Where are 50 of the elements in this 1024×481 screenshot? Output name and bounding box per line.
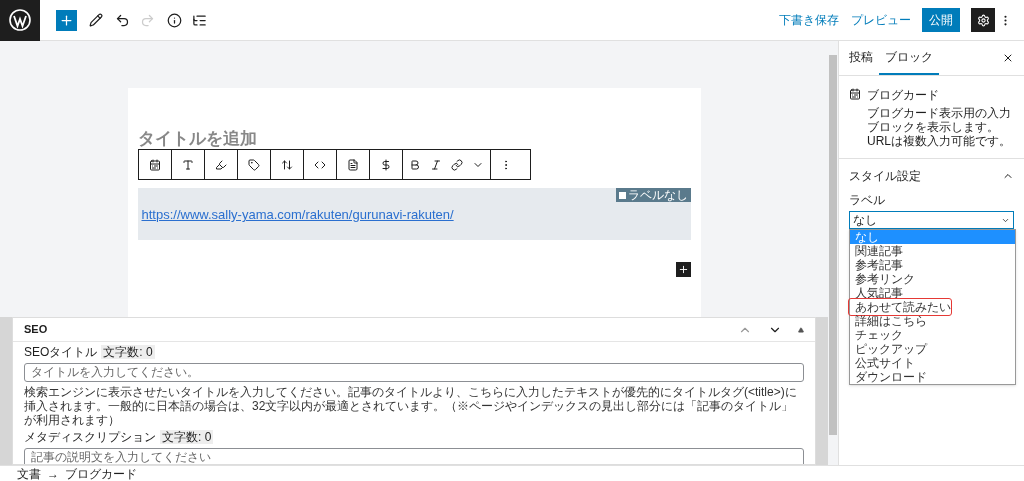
close-icon[interactable] [1002, 52, 1014, 64]
dropdown-option[interactable]: ピックアップ [850, 342, 1015, 356]
dropdown-option[interactable]: 詳細はこちら [850, 314, 1015, 328]
edit-icon[interactable] [89, 13, 103, 27]
panel-title: SEO [24, 322, 49, 338]
breadcrumb-item[interactable]: ブログカード [65, 466, 137, 481]
plus-icon [59, 12, 74, 28]
block-name: ブログカード [867, 87, 940, 104]
dropdown-option[interactable]: チェック [850, 328, 1015, 342]
label-select[interactable]: なし [849, 211, 1014, 229]
italic-icon[interactable] [429, 158, 442, 171]
post-title[interactable]: タイトルを追加 [137, 130, 691, 148]
help-text: 検索エンジンに表示させたいタイトルを入力してください。記事のタイトルより、こちらに入力したテキストが優先的にタイトルタグ(<title>)に挿入されます。一般的に日本語の場合は、32文字以内が最適とされています。（※ページやインデックスの見出し部分には「記事のタイトル」が利用されます） [24, 385, 798, 427]
scrollbar-thumb[interactable] [829, 55, 837, 435]
preview-link[interactable]: プレビュー [851, 11, 911, 29]
url-link[interactable]: https://www.sally-yama.com/rakuten/gurunavi-rakuten/ [141, 207, 454, 222]
seo-title-field[interactable]: タイトルを入力してください。 [24, 362, 804, 382]
dropdown-option[interactable]: 公式サイト [850, 356, 1015, 370]
dropdown-option[interactable]: 参考記事 [850, 258, 1015, 272]
dropdown-option[interactable]: 関連記事 [850, 244, 1015, 258]
section-title: スタイル設定 [849, 168, 922, 185]
add-block-button[interactable] [675, 262, 691, 277]
gear-icon [976, 13, 990, 27]
undo-icon[interactable] [115, 12, 130, 28]
dropdown-option[interactable]: ダウンロード [850, 370, 1015, 384]
bold-icon[interactable] [408, 158, 421, 171]
blog-card-block[interactable]: ラベルなし https://www.sally-yama.com/rakuten/gurunavi-rakuten/ [137, 188, 691, 240]
separator-arrow: → [47, 466, 59, 481]
publish-button[interactable]: 公開 [922, 8, 960, 32]
field-label: メタディスクリプション [24, 428, 156, 446]
settings-button[interactable] [971, 8, 995, 32]
square-icon [618, 191, 626, 199]
dropdown-option[interactable]: 人気記事 [850, 286, 1015, 300]
link-icon[interactable] [450, 158, 463, 171]
plus-icon [677, 264, 689, 275]
sidebar-tab[interactable]: ブロック [879, 41, 939, 75]
breadcrumb-item[interactable]: 文書 [17, 466, 41, 481]
info-icon[interactable] [167, 12, 182, 28]
dropdown-option[interactable]: あわせて読みたい [850, 300, 1015, 314]
char-count: 文字数: 0 [101, 344, 155, 359]
sidebar-tab[interactable]: 投稿 [843, 41, 879, 75]
collapse-icon[interactable] [798, 326, 804, 333]
outline-icon[interactable] [192, 12, 207, 28]
block-description: ブログカード表示用の入力ブロックを表示します。URLは複数入力可能です。 [867, 106, 1012, 148]
field-label: ラベル [849, 192, 886, 209]
save-draft-link[interactable]: 下書き保存 [779, 11, 839, 29]
badge-text: ラベルなし [627, 188, 688, 202]
field-label: SEOタイトル [24, 343, 98, 361]
char-count: 文字数: 0 [160, 429, 214, 444]
dropdown-option[interactable]: 参考リンク [850, 272, 1015, 286]
